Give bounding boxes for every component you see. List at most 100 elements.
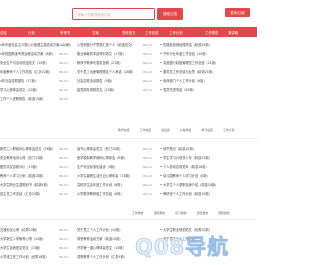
list-item[interactable]: 大学生职业生涯规划书（精选9篇） — [0, 181, 50, 188]
list-item[interactable]: 感恩教育活动方案（精选10篇） — [77, 235, 123, 242]
date-label: 06-14 — [59, 96, 68, 101]
divider — [0, 219, 257, 220]
list-item[interactable]: 读书笔记（精选18篇） — [160, 145, 196, 152]
top-bar: 请输入您要搜索的内容 搜索文档 登录/注册 — [0, 0, 257, 27]
list-item[interactable]: 安全教育培训心得（热门15篇） — [0, 154, 46, 161]
nav-item-8[interactable]: 演讲稿 — [228, 27, 238, 37]
list-item[interactable]: 教师节教师代表发言稿（21篇） — [77, 59, 123, 66]
date-label: 06-14 — [59, 245, 68, 250]
list-item[interactable]: 班主任工作总结（汇总20篇） — [0, 190, 42, 197]
date-label: 06-14 — [59, 164, 68, 169]
list-item[interactable]: 学生学习计划怎么写（精选15篇） — [160, 154, 212, 161]
date-label: 06-14 — [59, 60, 68, 65]
date-label: 06-14 — [143, 78, 152, 83]
date-label: 06-14 — [59, 155, 68, 160]
list-item[interactable]: 年度教师个人工作总结（汇总10篇） — [0, 68, 52, 75]
nav-item-0[interactable]: 总结 — [0, 27, 7, 37]
list-item[interactable]: 高校学生会年度工作计划（8篇） — [77, 181, 124, 188]
list-item[interactable]: 入党积极分子思想汇报个人（精选范文） — [77, 41, 134, 48]
date-label: 06-14 — [59, 69, 68, 74]
tag-link[interactable]: 学习总结 — [201, 128, 213, 134]
nav-item-1[interactable]: 计划 — [28, 27, 35, 37]
tag-list: 教学总结 工作总结 读后感 心得体会 学习总结 工作计划 — [118, 128, 244, 134]
date-label: 06-14 — [143, 42, 152, 47]
list-item[interactable]: 关于员工个人工作计划（10篇） — [77, 226, 123, 233]
list-item[interactable]: 小学生暑假生活日记心得体会（18篇） — [77, 172, 132, 179]
date-label: 06-14 — [143, 51, 152, 56]
list-item[interactable]: x年校园欺凌专项治理活动方案（8篇） — [0, 50, 55, 57]
list-item[interactable]: 小学班主任工作计划（优秀18篇） — [0, 253, 49, 260]
nav-item-6[interactable]: 工作计划 — [169, 27, 183, 37]
list-item[interactable]: 教研室个人工作计划（精选15篇） — [160, 190, 212, 197]
date-label: 06-14 — [59, 146, 68, 151]
tag-link[interactable]: 心得体会 — [180, 128, 192, 134]
search-input[interactable]: 请输入您要搜索的内容 — [72, 8, 155, 20]
list-item[interactable]: 交通安全心得（优秀23篇） — [0, 226, 39, 233]
list-item[interactable]: 大学生自我鉴定范文（15篇） — [0, 244, 42, 251]
tag-link[interactable]: 调查报告 — [197, 211, 209, 217]
list-item[interactable]: 生产安全标准化建设（9篇） — [77, 163, 117, 170]
list-item[interactable]: 幼儿园教师个人学习计划（8篇） — [160, 172, 210, 179]
date-label: 06-14 — [143, 155, 152, 160]
tag-list: 工作报告 述职报告 实习报告 调查报告 辞职报告 — [132, 211, 240, 217]
list-item[interactable]: 售楼处营销经理总结（精选25篇） — [160, 41, 212, 48]
nav-item-4[interactable]: 党政范文 — [122, 27, 136, 37]
list-item[interactable]: 工作个人述职报告（精选15篇） — [0, 95, 46, 102]
date-label: 06-14 — [59, 191, 68, 196]
list-item[interactable]: 党员先进事迹（26篇） — [160, 86, 196, 93]
date-label: 06-14 — [143, 173, 152, 178]
list-item[interactable]: 电商部门个人工作计划（6篇） — [160, 77, 207, 84]
list-item[interactable]: 开学第一课心得体会范文（10篇） — [77, 244, 126, 251]
list-item[interactable]: 实施银行制度管理员工作总结（21篇） — [160, 59, 218, 66]
search-button[interactable]: 搜索文档 — [157, 8, 183, 20]
date-label: 06-14 — [59, 254, 68, 259]
list-item[interactable]: 关于员工出差管理规定个人承诺（28篇） — [77, 68, 135, 75]
date-label: 06-14 — [59, 236, 68, 241]
list-item[interactable]: 社会实践活动报告（9篇） — [77, 77, 114, 84]
nav-item-2[interactable]: 申请书 — [60, 27, 70, 37]
list-item[interactable]: 汽车行业年度工作总结（10篇） — [160, 50, 209, 57]
divider — [0, 138, 257, 139]
list-item[interactable]: 教师个人学习计划（精选18篇） — [0, 172, 46, 179]
tag-link[interactable]: 工作报告 — [132, 211, 144, 217]
list-item[interactable]: 建党周年感想范文（20篇） — [77, 86, 116, 93]
list-item[interactable]: 个人劳动合同范本（精选16篇） — [160, 163, 209, 170]
date-label: 06-14 — [143, 69, 152, 74]
list-item[interactable]: 敬业奉献的事迹材料范文（17篇） — [77, 50, 126, 57]
date-label: 06-14 — [59, 42, 68, 47]
login-button[interactable]: 登录/注册 — [225, 8, 250, 17]
date-label: 06-14 — [59, 51, 68, 56]
nav-item-7[interactable]: 工作报告 — [205, 27, 219, 37]
list-item[interactable]: 小学数学教研组工作总结（8篇） — [77, 190, 124, 197]
tag-link[interactable]: 实习报告 — [175, 211, 187, 217]
date-label: 06-14 — [59, 227, 68, 232]
tag-link[interactable]: 工作计划 — [223, 128, 235, 134]
list-item[interactable]: 大学新生入学教育心得（10篇） — [0, 235, 46, 242]
list-item[interactable]: 新员工入职培训心得体会范文（26篇） — [0, 145, 55, 152]
list-item[interactable]: x年社会实践报告（17篇） — [0, 77, 38, 84]
tag-link[interactable]: 工作总结 — [140, 128, 152, 134]
list-item[interactable]: 安全生产月活动总结范文（15篇） — [0, 59, 49, 66]
date-label: 06-14 — [59, 173, 68, 178]
date-label: 06-14 — [59, 182, 68, 187]
tag-link[interactable]: 读后感 — [161, 128, 170, 134]
list-item[interactable]: 感恩教育个人工作计划（汇总9篇） — [77, 253, 127, 260]
tag-link[interactable]: 辞职报告 — [218, 211, 230, 217]
date-label: 06-14 — [59, 78, 68, 83]
date-label: 06-14 — [143, 87, 152, 92]
tag-link[interactable]: 教学总结 — [118, 128, 130, 134]
list-item[interactable]: 学习心得体会范文（20篇） — [0, 86, 39, 93]
list-item[interactable]: 读书心得体会范文（热门20篇） — [77, 145, 123, 152]
list-item[interactable]: 服务员工作总结与反思（精选25篇） — [160, 68, 215, 75]
date-label: 06-14 — [143, 191, 152, 196]
list-item[interactable]: 医学模拟教学病例心得体会（8篇） — [77, 154, 127, 161]
date-label: 06-14 — [143, 146, 152, 151]
date-label: 06-14 — [143, 60, 152, 65]
tag-link[interactable]: 述职报告 — [154, 211, 166, 217]
date-label: 06-14 — [59, 87, 68, 92]
list-item[interactable]: 大学生个人求职自我介绍（精选18篇） — [160, 181, 218, 188]
list-item[interactable]: 团员评议自我评价（15篇） — [0, 163, 39, 170]
nav-item-3[interactable]: 文案 — [92, 27, 99, 37]
date-label: 06-14 — [143, 182, 152, 187]
nav-item-5[interactable]: 工作总结 — [145, 27, 159, 37]
